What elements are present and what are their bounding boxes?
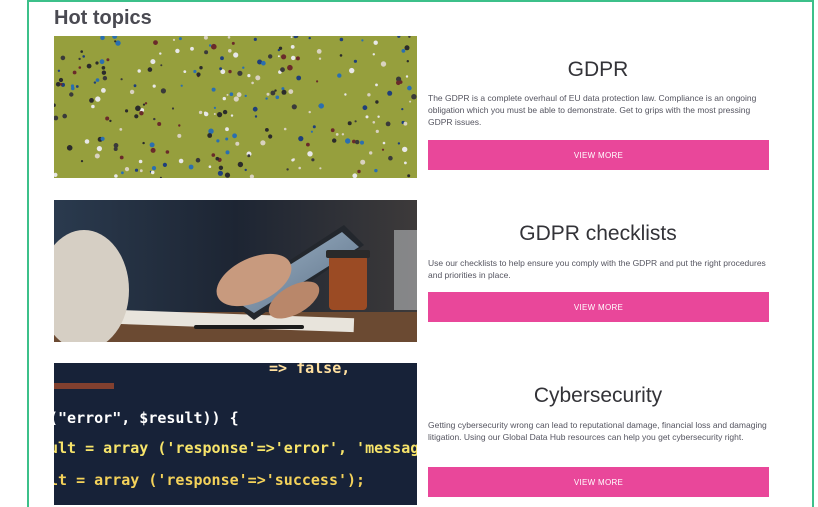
code-line-1: => false, <box>269 363 350 377</box>
view-more-button-cybersecurity[interactable]: VIEW MORE <box>428 467 769 497</box>
section-heading: Hot topics <box>54 7 152 29</box>
card-description-gdpr: The GDPR is a complete overhaul of EU da… <box>428 93 757 127</box>
code-line-4: lt = array ('response'=>'success'); <box>54 471 365 489</box>
code-on-screen-image[interactable]: => false, ("error", $result)) { ult = ar… <box>54 363 417 505</box>
hands-holding-tablet-image[interactable] <box>54 200 417 342</box>
code-line-3: ult = array ('response'=>'error', 'messa… <box>54 439 417 457</box>
view-more-button-gdpr-checklists[interactable]: VIEW MORE <box>428 292 769 322</box>
crowd-on-grass-image[interactable] <box>54 36 417 178</box>
view-more-button-gdpr[interactable]: VIEW MORE <box>428 140 769 170</box>
code-line-2: ("error", $result)) { <box>54 409 239 427</box>
card-description-gdpr-checklists: Use our checklists to help ensure you co… <box>428 258 766 280</box>
card-title-gdpr: GDPR <box>567 58 629 81</box>
card-description-cybersecurity: Getting cybersecurity wrong can lead to … <box>428 420 767 442</box>
card-title-cybersecurity: Cybersecurity <box>533 384 663 407</box>
card-title-gdpr-checklists: GDPR checklists <box>519 222 677 245</box>
